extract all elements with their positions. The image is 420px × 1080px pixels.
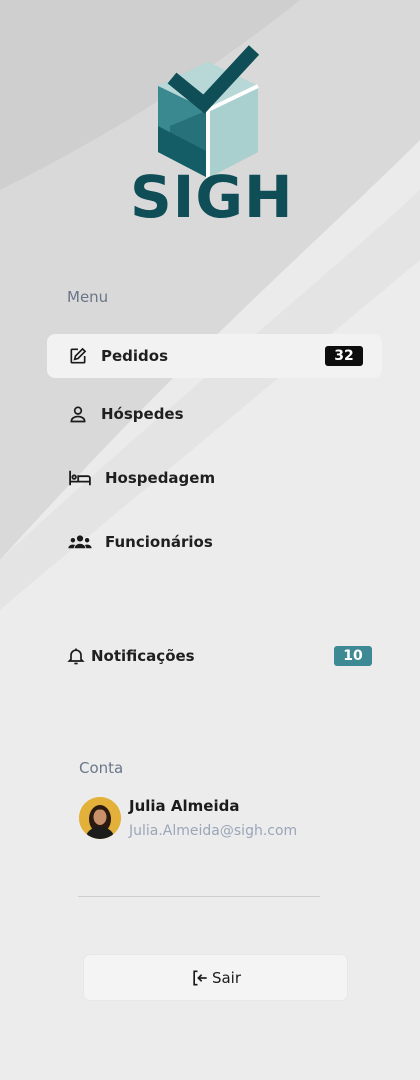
- nav-item-hospedes[interactable]: Hóspedes: [47, 392, 382, 436]
- nav-item-label: Pedidos: [101, 347, 169, 365]
- group-icon: [67, 531, 93, 553]
- avatar: [79, 797, 121, 839]
- logout-label: Sair: [211, 968, 242, 987]
- logout-button[interactable]: Sair: [84, 955, 347, 1000]
- nav-item-notificacoes[interactable]: Notificações 10: [47, 634, 372, 678]
- edit-icon: [67, 345, 89, 367]
- nav-item-label: Hospedagem: [105, 469, 216, 487]
- logout-icon: [190, 968, 210, 988]
- nav-item-funcionarios[interactable]: Funcionários: [47, 520, 382, 564]
- notifications-count-badge: 10: [334, 646, 372, 666]
- nav-item-label: Funcionários: [105, 533, 213, 551]
- bell-icon: [65, 645, 87, 667]
- account-info[interactable]: Julia Almeida Julia.Almeida@sigh.com: [79, 797, 379, 845]
- bed-icon: [67, 467, 93, 489]
- divider: [78, 896, 320, 897]
- account-name: Julia Almeida: [129, 797, 240, 815]
- menu-label: Menu: [67, 288, 109, 306]
- account-label: Conta: [79, 759, 124, 777]
- nav-item-label: Notificações: [91, 647, 195, 665]
- account-email: Julia.Almeida@sigh.com: [129, 823, 298, 839]
- nav-item-label: Hóspedes: [101, 405, 184, 423]
- pedidos-count-badge: 32: [325, 346, 363, 366]
- nav-item-hospedagem[interactable]: Hospedagem: [47, 456, 382, 500]
- brand-name: SIGH: [130, 163, 294, 231]
- user-icon: [67, 403, 89, 425]
- logo: SIGH: [130, 42, 294, 231]
- nav-item-pedidos[interactable]: Pedidos 32: [47, 334, 382, 378]
